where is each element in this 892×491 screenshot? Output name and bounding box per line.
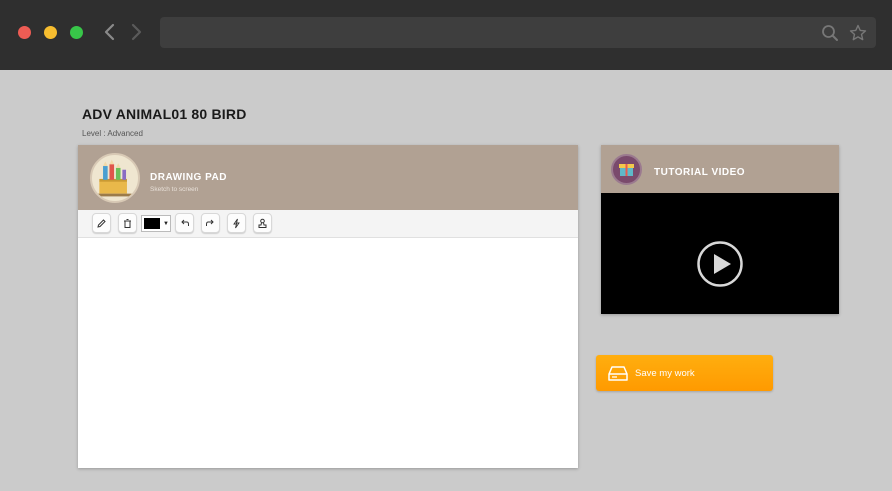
- play-icon[interactable]: [696, 240, 744, 288]
- close-window-button[interactable]: [18, 26, 31, 39]
- color-swatch: [144, 218, 160, 229]
- chevron-down-icon: ▼: [163, 220, 169, 227]
- hard-drive-icon: [608, 365, 628, 381]
- stamp-tool-button[interactable]: [253, 213, 272, 233]
- trash-icon: [124, 218, 131, 228]
- tutorial-video-panel: TUTORIAL VIDEO: [601, 145, 839, 314]
- save-my-work-button[interactable]: Save my work: [596, 355, 773, 391]
- level-label: Level : Advanced: [82, 129, 143, 138]
- color-select[interactable]: ▼: [141, 215, 171, 232]
- drawing-toolbar: ▼: [78, 210, 578, 238]
- redo-icon: [206, 219, 214, 226]
- gift-icon: [611, 154, 642, 185]
- drawing-pad-subtitle: Sketch to screen: [150, 186, 199, 193]
- stamp-icon: [258, 218, 267, 228]
- address-bar[interactable]: [160, 17, 876, 48]
- lightning-icon: [233, 218, 240, 228]
- pencil-icon: [97, 218, 106, 228]
- effect-tool-button[interactable]: [227, 213, 246, 233]
- browser-chrome: [0, 0, 892, 70]
- star-icon[interactable]: [849, 24, 867, 42]
- redo-button[interactable]: [201, 213, 220, 233]
- forward-icon[interactable]: [127, 22, 145, 42]
- drawing-canvas[interactable]: [78, 238, 578, 468]
- drawing-pad-header: DRAWING PAD Sketch to screen: [78, 145, 578, 210]
- pencil-tool-button[interactable]: [92, 213, 111, 233]
- search-icon[interactable]: [821, 24, 839, 42]
- undo-icon: [181, 219, 189, 226]
- page-title: ADV ANIMAL01 80 BIRD: [82, 106, 247, 122]
- tutorial-video-title: TUTORIAL VIDEO: [654, 167, 746, 178]
- clear-tool-button[interactable]: [118, 213, 137, 233]
- pencils-icon: [90, 153, 140, 203]
- save-button-label: Save my work: [635, 367, 695, 379]
- drawing-pad-title: DRAWING PAD: [150, 172, 227, 183]
- maximize-window-button[interactable]: [70, 26, 83, 39]
- drawing-pad-panel: DRAWING PAD Sketch to screen ▼: [78, 145, 578, 468]
- minimize-window-button[interactable]: [44, 26, 57, 39]
- tutorial-video-header: TUTORIAL VIDEO: [601, 145, 839, 193]
- undo-button[interactable]: [175, 213, 194, 233]
- back-icon[interactable]: [101, 22, 119, 42]
